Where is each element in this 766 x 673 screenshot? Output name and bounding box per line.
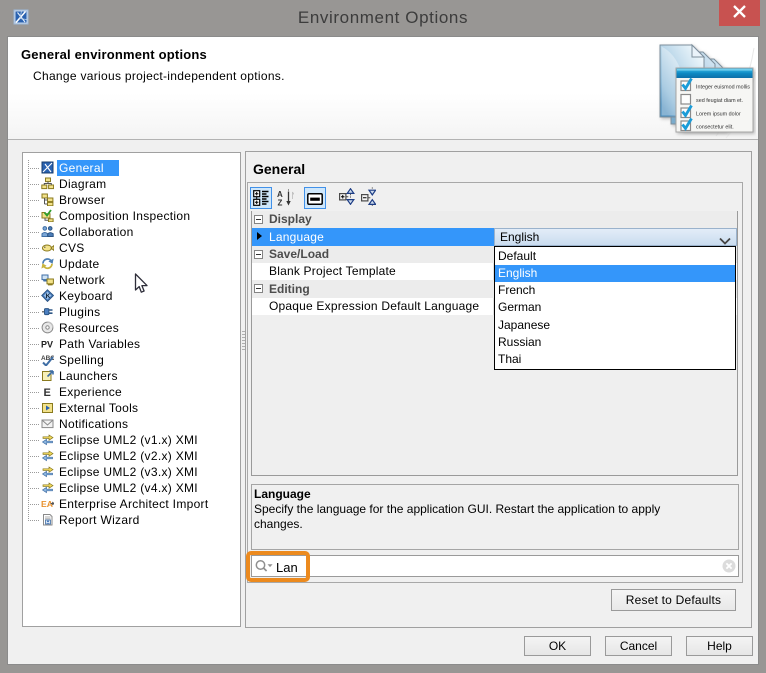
svg-text:Z: Z	[278, 199, 283, 208]
svg-text:K: K	[46, 293, 51, 300]
svg-text:Lorem ipsum dolor: Lorem ipsum dolor	[696, 112, 741, 118]
svg-text:sed feugiat diam et.: sed feugiat diam et.	[696, 98, 743, 104]
svg-text:PV: PV	[41, 340, 53, 350]
svg-text:Integer euismod mollis: Integer euismod mollis	[696, 85, 750, 91]
svg-text:consectetur elit.: consectetur elit.	[696, 125, 734, 131]
svg-text:E: E	[44, 387, 51, 398]
